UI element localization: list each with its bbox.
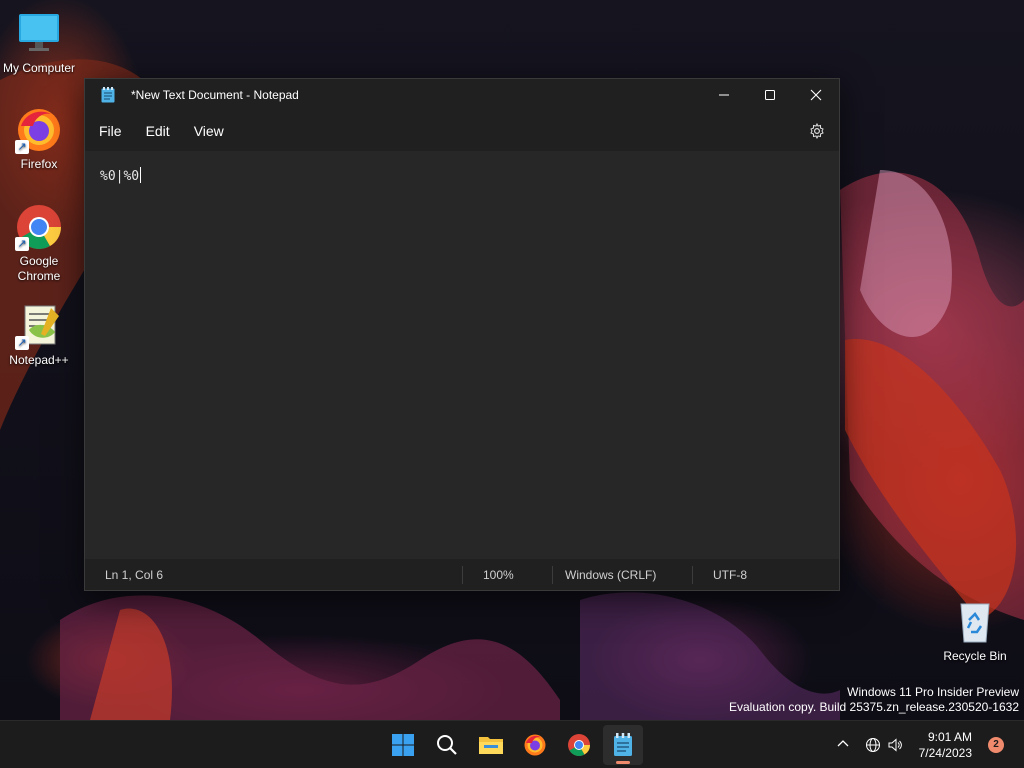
- desktop-icon-label: Firefox: [20, 157, 58, 171]
- notepad-taskbar-button[interactable]: [603, 725, 643, 765]
- chrome-icon: [568, 734, 590, 756]
- text-caret: [140, 167, 142, 183]
- taskbar: 9:01 AM 7/24/2023 2: [0, 720, 1024, 768]
- close-button[interactable]: [793, 79, 839, 111]
- text-editor[interactable]: %0|%0: [85, 151, 839, 559]
- watermark-line-2: Evaluation copy. Build 25375.zn_release.…: [729, 700, 1019, 714]
- quick-settings-button[interactable]: [857, 737, 911, 753]
- settings-button[interactable]: [807, 121, 827, 141]
- firefox-icon: ↗: [15, 106, 63, 154]
- desktop-icon-notepadpp[interactable]: ↗ Notepad++: [0, 302, 78, 368]
- firefox-taskbar-button[interactable]: [515, 725, 555, 765]
- notepad-window[interactable]: *New Text Document - Notepad File Edit V…: [84, 78, 840, 591]
- shortcut-arrow-icon: ↗: [15, 237, 29, 251]
- desktop-icon-firefox[interactable]: ↗ Firefox: [0, 106, 78, 172]
- search-icon: [437, 735, 457, 755]
- shortcut-arrow-icon: ↗: [15, 336, 29, 350]
- notification-badge[interactable]: 2: [988, 737, 1004, 753]
- maximize-icon: [765, 90, 775, 100]
- menu-edit[interactable]: Edit: [134, 117, 182, 145]
- system-tray: 9:01 AM 7/24/2023 2: [829, 721, 1024, 768]
- taskbar-apps: [383, 725, 647, 765]
- menu-bar: File Edit View: [85, 111, 839, 151]
- status-encoding: UTF-8: [692, 565, 832, 584]
- status-zoom: 100%: [462, 565, 552, 584]
- desktop-icon-label: Recycle Bin: [943, 649, 1007, 663]
- monitor-icon: [15, 10, 63, 58]
- notepad-app-icon: [101, 87, 115, 103]
- menu-view[interactable]: View: [182, 117, 236, 145]
- notepad-icon: [614, 733, 632, 756]
- desktop-icon-label: My Computer: [2, 61, 76, 75]
- search-button[interactable]: [427, 725, 467, 765]
- status-line-ending: Windows (CRLF): [552, 565, 692, 584]
- menu-file[interactable]: File: [87, 117, 134, 145]
- volume-icon: [888, 738, 902, 752]
- minimize-button[interactable]: [701, 79, 747, 111]
- desktop-icon-recycle-bin[interactable]: Recycle Bin: [936, 598, 1014, 664]
- status-bar: Ln 1, Col 6 100% Windows (CRLF) UTF-8: [85, 559, 839, 590]
- file-explorer-button[interactable]: [471, 725, 511, 765]
- start-button[interactable]: [383, 725, 423, 765]
- window-title: *New Text Document - Notepad: [131, 88, 299, 102]
- evaluation-watermark: Windows 11 Pro Insider Preview Evaluatio…: [729, 685, 1019, 715]
- desktop-icon-my-computer[interactable]: My Computer: [0, 10, 78, 76]
- clock-date: 7/24/2023: [918, 746, 972, 760]
- shortcut-arrow-icon: ↗: [15, 140, 29, 154]
- minimize-icon: [719, 94, 729, 96]
- recycle-bin-icon: [951, 598, 999, 646]
- show-hidden-icons-button[interactable]: [829, 737, 857, 753]
- status-cursor-position: Ln 1, Col 6: [105, 567, 164, 582]
- file-explorer-icon: [479, 737, 503, 754]
- close-icon: [810, 89, 822, 101]
- chrome-taskbar-button[interactable]: [559, 725, 599, 765]
- chevron-up-icon: [837, 740, 849, 747]
- firefox-icon: [524, 734, 546, 756]
- globe-icon: [865, 738, 880, 752]
- desktop-icon-google-chrome[interactable]: ↗ Google Chrome: [0, 203, 78, 284]
- desktop-icon-label: Google Chrome: [17, 254, 61, 283]
- editor-content: %0|%0: [100, 169, 140, 184]
- start-icon: [392, 734, 414, 756]
- maximize-button[interactable]: [747, 79, 793, 111]
- title-bar[interactable]: *New Text Document - Notepad: [85, 79, 839, 111]
- watermark-line-1: Windows 11 Pro Insider Preview: [847, 685, 1019, 699]
- gear-icon: [810, 123, 824, 139]
- desktop-icon-label: Notepad++: [9, 353, 69, 367]
- clock[interactable]: 9:01 AM 7/24/2023: [911, 729, 980, 761]
- chrome-icon: ↗: [15, 203, 63, 251]
- clock-time: 9:01 AM: [927, 730, 972, 744]
- notepadpp-icon: ↗: [15, 302, 63, 350]
